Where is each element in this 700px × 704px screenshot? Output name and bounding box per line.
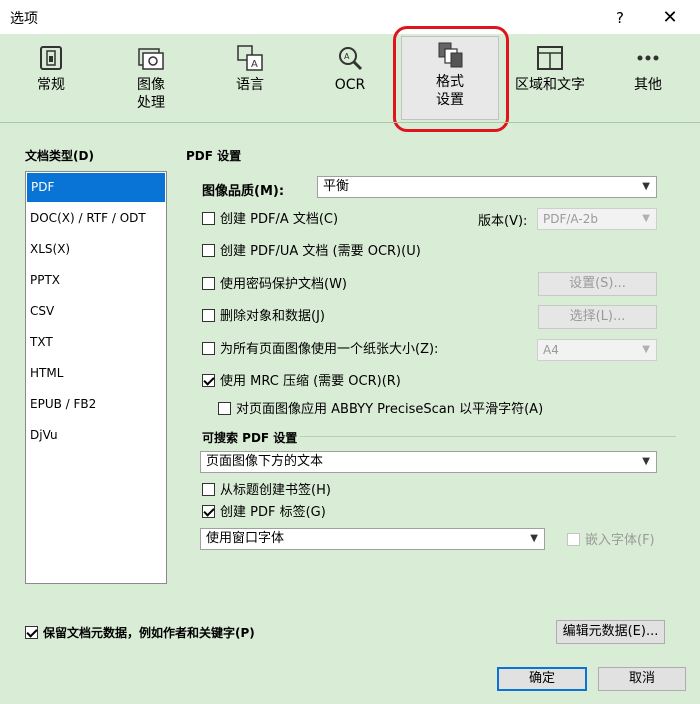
doc-types-heading: 文档类型(D) [25, 149, 94, 163]
category-toolbar: 常规 图像 处理 A 语言 A OCR 格式 设置 区域和文字 其他 [0, 26, 700, 132]
list-item[interactable]: DjVu [26, 420, 166, 451]
version-select[interactable]: PDF/A-2b ▼ [537, 208, 657, 230]
more-icon [634, 44, 662, 72]
select-objects-button[interactable]: 选择(L)... [538, 305, 657, 329]
toolbar-divider [0, 122, 700, 123]
ocr-icon: A [336, 44, 364, 72]
checkbox-box[interactable] [567, 533, 580, 546]
doc-types-list[interactable]: PDF DOC(X) / RTF / ODT XLS(X) PPTX CSV T… [25, 171, 167, 584]
delete-objects-checkbox[interactable]: 删除对象和数据(J) [202, 308, 325, 326]
create-pdfa-label: 创建 PDF/A 文档(C) [220, 212, 339, 227]
ok-button[interactable]: 确定 [497, 667, 587, 691]
chevron-down-icon: ▼ [642, 181, 650, 192]
checkbox-box[interactable] [202, 212, 215, 225]
list-item[interactable]: TXT [26, 327, 166, 358]
delete-objects-label: 删除对象和数据(J) [220, 309, 325, 324]
close-button[interactable]: ✕ [656, 6, 684, 30]
tab-format-settings[interactable]: 格式 设置 [401, 36, 499, 120]
image-quality-select[interactable]: 平衡 ▼ [317, 176, 657, 198]
checkbox-box[interactable] [202, 342, 215, 355]
options-dialog: 常规 图像 处理 A 语言 A OCR 格式 设置 区域和文字 其他 文档类型(… [0, 26, 700, 704]
checkbox-box[interactable] [202, 483, 215, 496]
list-item[interactable]: PDF [27, 173, 165, 202]
window-title: 选项 [10, 11, 38, 27]
pdf-settings-heading: PDF 设置 [186, 149, 242, 163]
create-pdfua-checkbox[interactable]: 创建 PDF/UA 文档 (需要 OCR)(U) [202, 243, 421, 261]
searchable-pdf-heading: 可搜索 PDF 设置 [202, 431, 298, 445]
list-item[interactable]: EPUB / FB2 [26, 389, 166, 420]
edit-metadata-button[interactable]: 编辑元数据(E)... [556, 620, 665, 644]
pdf-tags-label: 创建 PDF 标签(G) [220, 505, 326, 520]
tab-format-settings-label: 格式 设置 [436, 74, 464, 108]
version-label: 版本(V): [478, 214, 528, 229]
tab-image-processing[interactable]: 图像 处理 [108, 40, 194, 120]
tab-more-label: 其他 [634, 77, 662, 93]
chevron-down-icon: ▼ [642, 344, 650, 355]
create-pdfa-checkbox[interactable]: 创建 PDF/A 文档(C) [202, 211, 338, 229]
chevron-down-icon: ▼ [530, 533, 538, 544]
checkbox-box[interactable] [202, 244, 215, 257]
list-item[interactable]: PPTX [26, 265, 166, 296]
mrc-checkbox[interactable]: 使用 MRC 压缩 (需要 OCR)(R) [202, 373, 401, 391]
svg-text:A: A [251, 59, 258, 70]
language-icon: A [236, 44, 264, 72]
svg-text:A: A [344, 52, 350, 61]
image-quality-value: 平衡 [323, 179, 350, 194]
pdf-tags-checkbox[interactable]: 创建 PDF 标签(G) [202, 504, 326, 522]
paper-size-checkbox[interactable]: 为所有页面图像使用一个纸张大小(Z): [202, 341, 438, 359]
list-item[interactable]: HTML [26, 358, 166, 389]
password-settings-button[interactable]: 设置(S)... [538, 272, 657, 296]
tab-areas-text-label: 区域和文字 [515, 77, 585, 93]
precisescan-label: 对页面图像应用 ABBYY PreciseScan 以平滑字符(A) [236, 402, 544, 417]
checkbox-box[interactable] [202, 374, 215, 387]
embed-fonts-label: 嵌入字体(F) [585, 533, 655, 548]
precisescan-checkbox[interactable]: 对页面图像应用 ABBYY PreciseScan 以平滑字符(A) [218, 401, 543, 419]
tab-general[interactable]: 常规 [8, 40, 94, 120]
checkbox-box[interactable] [218, 402, 231, 415]
checkbox-box[interactable] [202, 277, 215, 290]
keep-metadata-checkbox[interactable]: 保留文档元数据，例如作者和关键字(P) [25, 624, 255, 642]
bookmarks-checkbox[interactable]: 从标题创建书签(H) [202, 482, 331, 500]
checkbox-box[interactable] [25, 626, 38, 639]
image-quality-label: 图像品质(M): [202, 184, 285, 199]
keep-metadata-label: 保留文档元数据，例如作者和关键字(P) [43, 626, 255, 640]
font-value: 使用窗口字体 [206, 531, 285, 546]
searchable-mode-value: 页面图像下方的文本 [206, 454, 324, 469]
paper-size-label: 为所有页面图像使用一个纸张大小(Z): [220, 342, 439, 357]
create-pdfua-label: 创建 PDF/UA 文档 (需要 OCR)(U) [220, 244, 421, 259]
list-item[interactable]: XLS(X) [26, 234, 166, 265]
bookmarks-label: 从标题创建书签(H) [220, 483, 331, 498]
tab-more[interactable]: 其他 [605, 40, 691, 120]
paper-size-select[interactable]: A4 ▼ [537, 339, 657, 361]
searchable-mode-select[interactable]: 页面图像下方的文本 ▼ [200, 451, 657, 473]
image-processing-icon [137, 44, 165, 72]
cancel-button[interactable]: 取消 [598, 667, 686, 691]
checkbox-box[interactable] [202, 505, 215, 518]
font-select[interactable]: 使用窗口字体 ▼ [200, 528, 545, 550]
tab-general-label: 常规 [37, 77, 65, 93]
list-item[interactable]: CSV [26, 296, 166, 327]
embed-fonts-checkbox[interactable]: 嵌入字体(F) [567, 532, 655, 550]
tab-areas-text[interactable]: 区域和文字 [507, 40, 593, 120]
password-label: 使用密码保护文档(W) [220, 277, 347, 292]
format-settings-icon [436, 41, 464, 69]
areas-text-icon [536, 44, 564, 72]
password-checkbox[interactable]: 使用密码保护文档(W) [202, 276, 347, 294]
tab-ocr[interactable]: A OCR [307, 40, 393, 120]
list-item[interactable]: DOC(X) / RTF / ODT [26, 203, 166, 234]
mrc-label: 使用 MRC 压缩 (需要 OCR)(R) [220, 374, 401, 389]
section-divider [300, 436, 676, 437]
paper-size-value: A4 [543, 343, 559, 357]
general-icon [37, 44, 65, 72]
title-bar: 选项 ? ✕ [0, 0, 700, 34]
tab-ocr-label: OCR [334, 77, 366, 93]
tab-image-processing-label: 图像 处理 [137, 77, 165, 111]
tab-language[interactable]: A 语言 [207, 40, 293, 120]
chevron-down-icon: ▼ [642, 213, 650, 224]
help-button[interactable]: ? [606, 6, 634, 30]
checkbox-box[interactable] [202, 309, 215, 322]
chevron-down-icon: ▼ [642, 456, 650, 467]
tab-language-label: 语言 [236, 77, 264, 93]
version-value: PDF/A-2b [543, 212, 598, 226]
